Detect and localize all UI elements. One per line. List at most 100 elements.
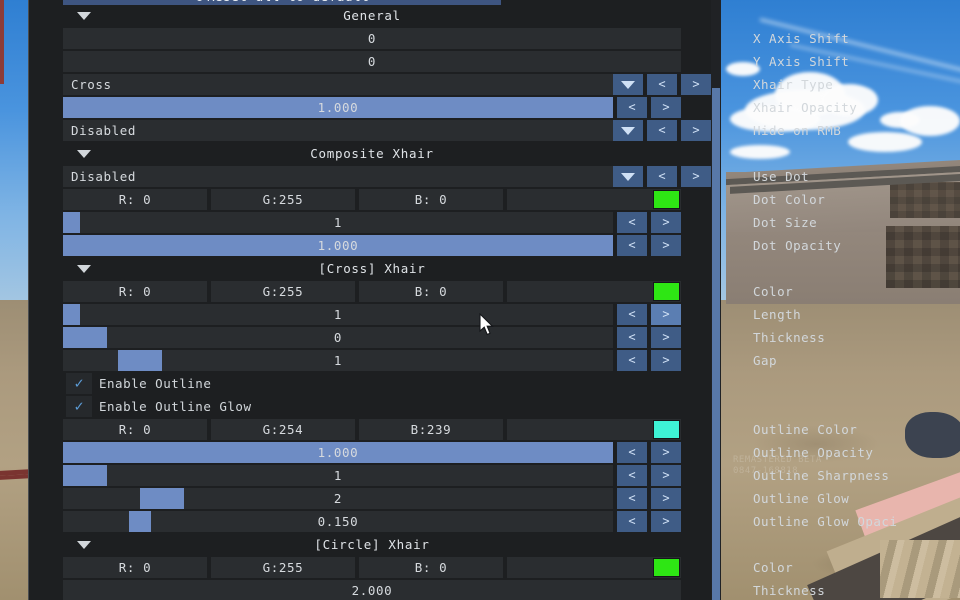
color-b-circle-color[interactable]: B: 0 (359, 557, 503, 578)
steel-column (0, 0, 4, 84)
check-icon: ✓ (74, 374, 84, 392)
color-g-dot-color[interactable]: G:255 (211, 189, 355, 210)
dropdown-xhair-type[interactable]: Cross (63, 74, 613, 95)
reset-all-label: Reset all to default (207, 0, 370, 4)
section-header-section-composite-xhair[interactable]: Composite Xhair (63, 143, 681, 164)
next-outline-opacity[interactable]: > (651, 442, 681, 463)
prev-xhair-type[interactable]: < (647, 74, 677, 95)
prev-cross-gap[interactable]: < (617, 350, 647, 371)
next-dot-opacity[interactable]: > (651, 235, 681, 256)
prev-cross-length[interactable]: < (617, 304, 647, 325)
next-dot-size[interactable]: > (651, 212, 681, 233)
next-cross-length[interactable]: > (651, 304, 681, 325)
color-r-cross-color[interactable]: R: 0 (63, 281, 207, 302)
color-r-circle-color[interactable]: R: 0 (63, 557, 207, 578)
color-r-value: R: 0 (118, 192, 152, 207)
label-outline-sharpness: Outline Sharpness (753, 468, 890, 483)
checkbox-enable-outline-glow[interactable]: ✓ (66, 396, 92, 417)
slider-dot-size[interactable]: 1 (63, 212, 613, 233)
section-label: General (343, 8, 401, 23)
row-dot-opacity: 1.000 < > Dot Opacity (63, 235, 841, 258)
slider-fill (129, 511, 151, 532)
color-r-outline-color[interactable]: R: 0 (63, 419, 207, 440)
chevron-down-icon (77, 541, 91, 549)
dropdown-use-dot[interactable]: Disabled (63, 166, 613, 187)
slider-cross-gap[interactable]: 1 (63, 350, 613, 371)
color-swatch-cross-color[interactable] (653, 282, 680, 301)
dropdown-toggle-xhair-type[interactable] (613, 74, 643, 95)
prev-hide-on-rmb[interactable]: < (647, 120, 677, 141)
prev-outline-sharpness[interactable]: < (617, 465, 647, 486)
color-g-outline-color[interactable]: G:254 (211, 419, 355, 440)
section-label: [Cross] Xhair (318, 261, 426, 276)
prev-outline-opacity[interactable]: < (617, 442, 647, 463)
color-r-dot-color[interactable]: R: 0 (63, 189, 207, 210)
label-circle-color: Color (753, 560, 794, 575)
slider-fill (140, 488, 184, 509)
slider-dot-opacity[interactable]: 1.000 (63, 235, 613, 256)
label-outline-color: Outline Color (753, 422, 858, 437)
color-b-outline-color[interactable]: B:239 (359, 419, 503, 440)
slider-cross-thickness[interactable]: 0 (63, 327, 613, 348)
slider-outline-sharpness[interactable]: 1 (63, 465, 613, 486)
dropdown-hide-on-rmb[interactable]: Disabled (63, 120, 613, 141)
section-header-section-general[interactable]: General (63, 5, 681, 26)
color-b-cross-color[interactable]: B: 0 (359, 281, 503, 302)
prev-outline-glow[interactable]: < (617, 488, 647, 509)
field-y-axis-shift[interactable]: 0 (63, 51, 681, 72)
row-hide-on-rmb: Disabled < > Hide on RMB (63, 120, 841, 143)
slider-cross-length[interactable]: 1 (63, 304, 613, 325)
next-use-dot[interactable]: > (681, 166, 711, 187)
label-y-axis-shift: Y Axis Shift (753, 54, 850, 69)
label-circle-thickness: Thickness (753, 583, 826, 598)
value-cross-gap: 1 (333, 353, 343, 368)
value-dot-opacity: 1.000 (317, 238, 359, 253)
next-xhair-opacity[interactable]: > (651, 97, 681, 118)
color-swatch-outline-color[interactable] (653, 420, 680, 439)
next-cross-thickness[interactable]: > (651, 327, 681, 348)
chevron-down-icon (621, 172, 635, 181)
slider-outline-glow[interactable]: 2 (63, 488, 613, 509)
dropdown-toggle-hide-on-rmb[interactable] (613, 120, 643, 141)
checkbox-enable-outline[interactable]: ✓ (66, 373, 92, 394)
slider-xhair-opacity[interactable]: 1.000 (63, 97, 613, 118)
prev-dot-size[interactable]: < (617, 212, 647, 233)
section-header-section-cross-xhair[interactable]: [Cross] Xhair (63, 258, 681, 279)
row-cross-gap: 1 < > Gap (63, 350, 777, 373)
prev-use-dot[interactable]: < (647, 166, 677, 187)
next-hide-on-rmb[interactable]: > (681, 120, 711, 141)
color-b-value: B: 0 (414, 192, 448, 207)
label-outline-glow: Outline Glow (753, 491, 850, 506)
row-dot-color: R: 0 G:255 B: 0 Dot Color (63, 189, 825, 212)
prev-xhair-opacity[interactable]: < (617, 97, 647, 118)
color-g-circle-color[interactable]: G:255 (211, 557, 355, 578)
color-b-dot-color[interactable]: B: 0 (359, 189, 503, 210)
label-cross-length: Length (753, 307, 802, 322)
slider-outline-glow-opacity[interactable]: 0.150 (63, 511, 613, 532)
next-outline-glow-opacity[interactable]: > (651, 511, 681, 532)
label-hide-on-rmb: Hide on RMB (753, 123, 842, 138)
next-outline-glow[interactable]: > (651, 488, 681, 509)
next-outline-sharpness[interactable]: > (651, 465, 681, 486)
chevron-down-icon (621, 80, 635, 89)
field-x-axis-shift[interactable]: 0 (63, 28, 681, 49)
next-cross-gap[interactable]: > (651, 350, 681, 371)
slider-fill (118, 350, 162, 371)
prev-cross-thickness[interactable]: < (617, 327, 647, 348)
color-swatch-circle-color[interactable] (653, 558, 680, 577)
section-header-section-circle-xhair[interactable]: [Circle] Xhair (63, 534, 681, 555)
cloud (848, 132, 922, 152)
label-outline-opacity: Outline Opacity (753, 445, 874, 460)
color-g-cross-color[interactable]: G:255 (211, 281, 355, 302)
color-swatch-dot-color[interactable] (653, 190, 680, 209)
prev-dot-opacity[interactable]: < (617, 235, 647, 256)
next-xhair-type[interactable]: > (681, 74, 711, 95)
value-x-axis-shift: 0 (367, 31, 377, 46)
prev-outline-glow-opacity[interactable]: < (617, 511, 647, 532)
dropdown-toggle-use-dot[interactable] (613, 166, 643, 187)
color-b-value: B: 0 (414, 560, 448, 575)
scrollbar-thumb[interactable] (712, 88, 720, 600)
slider-outline-opacity[interactable]: 1.000 (63, 442, 613, 463)
field-circle-thickness[interactable]: 2.000 (63, 580, 681, 600)
slider-fill (63, 212, 80, 233)
